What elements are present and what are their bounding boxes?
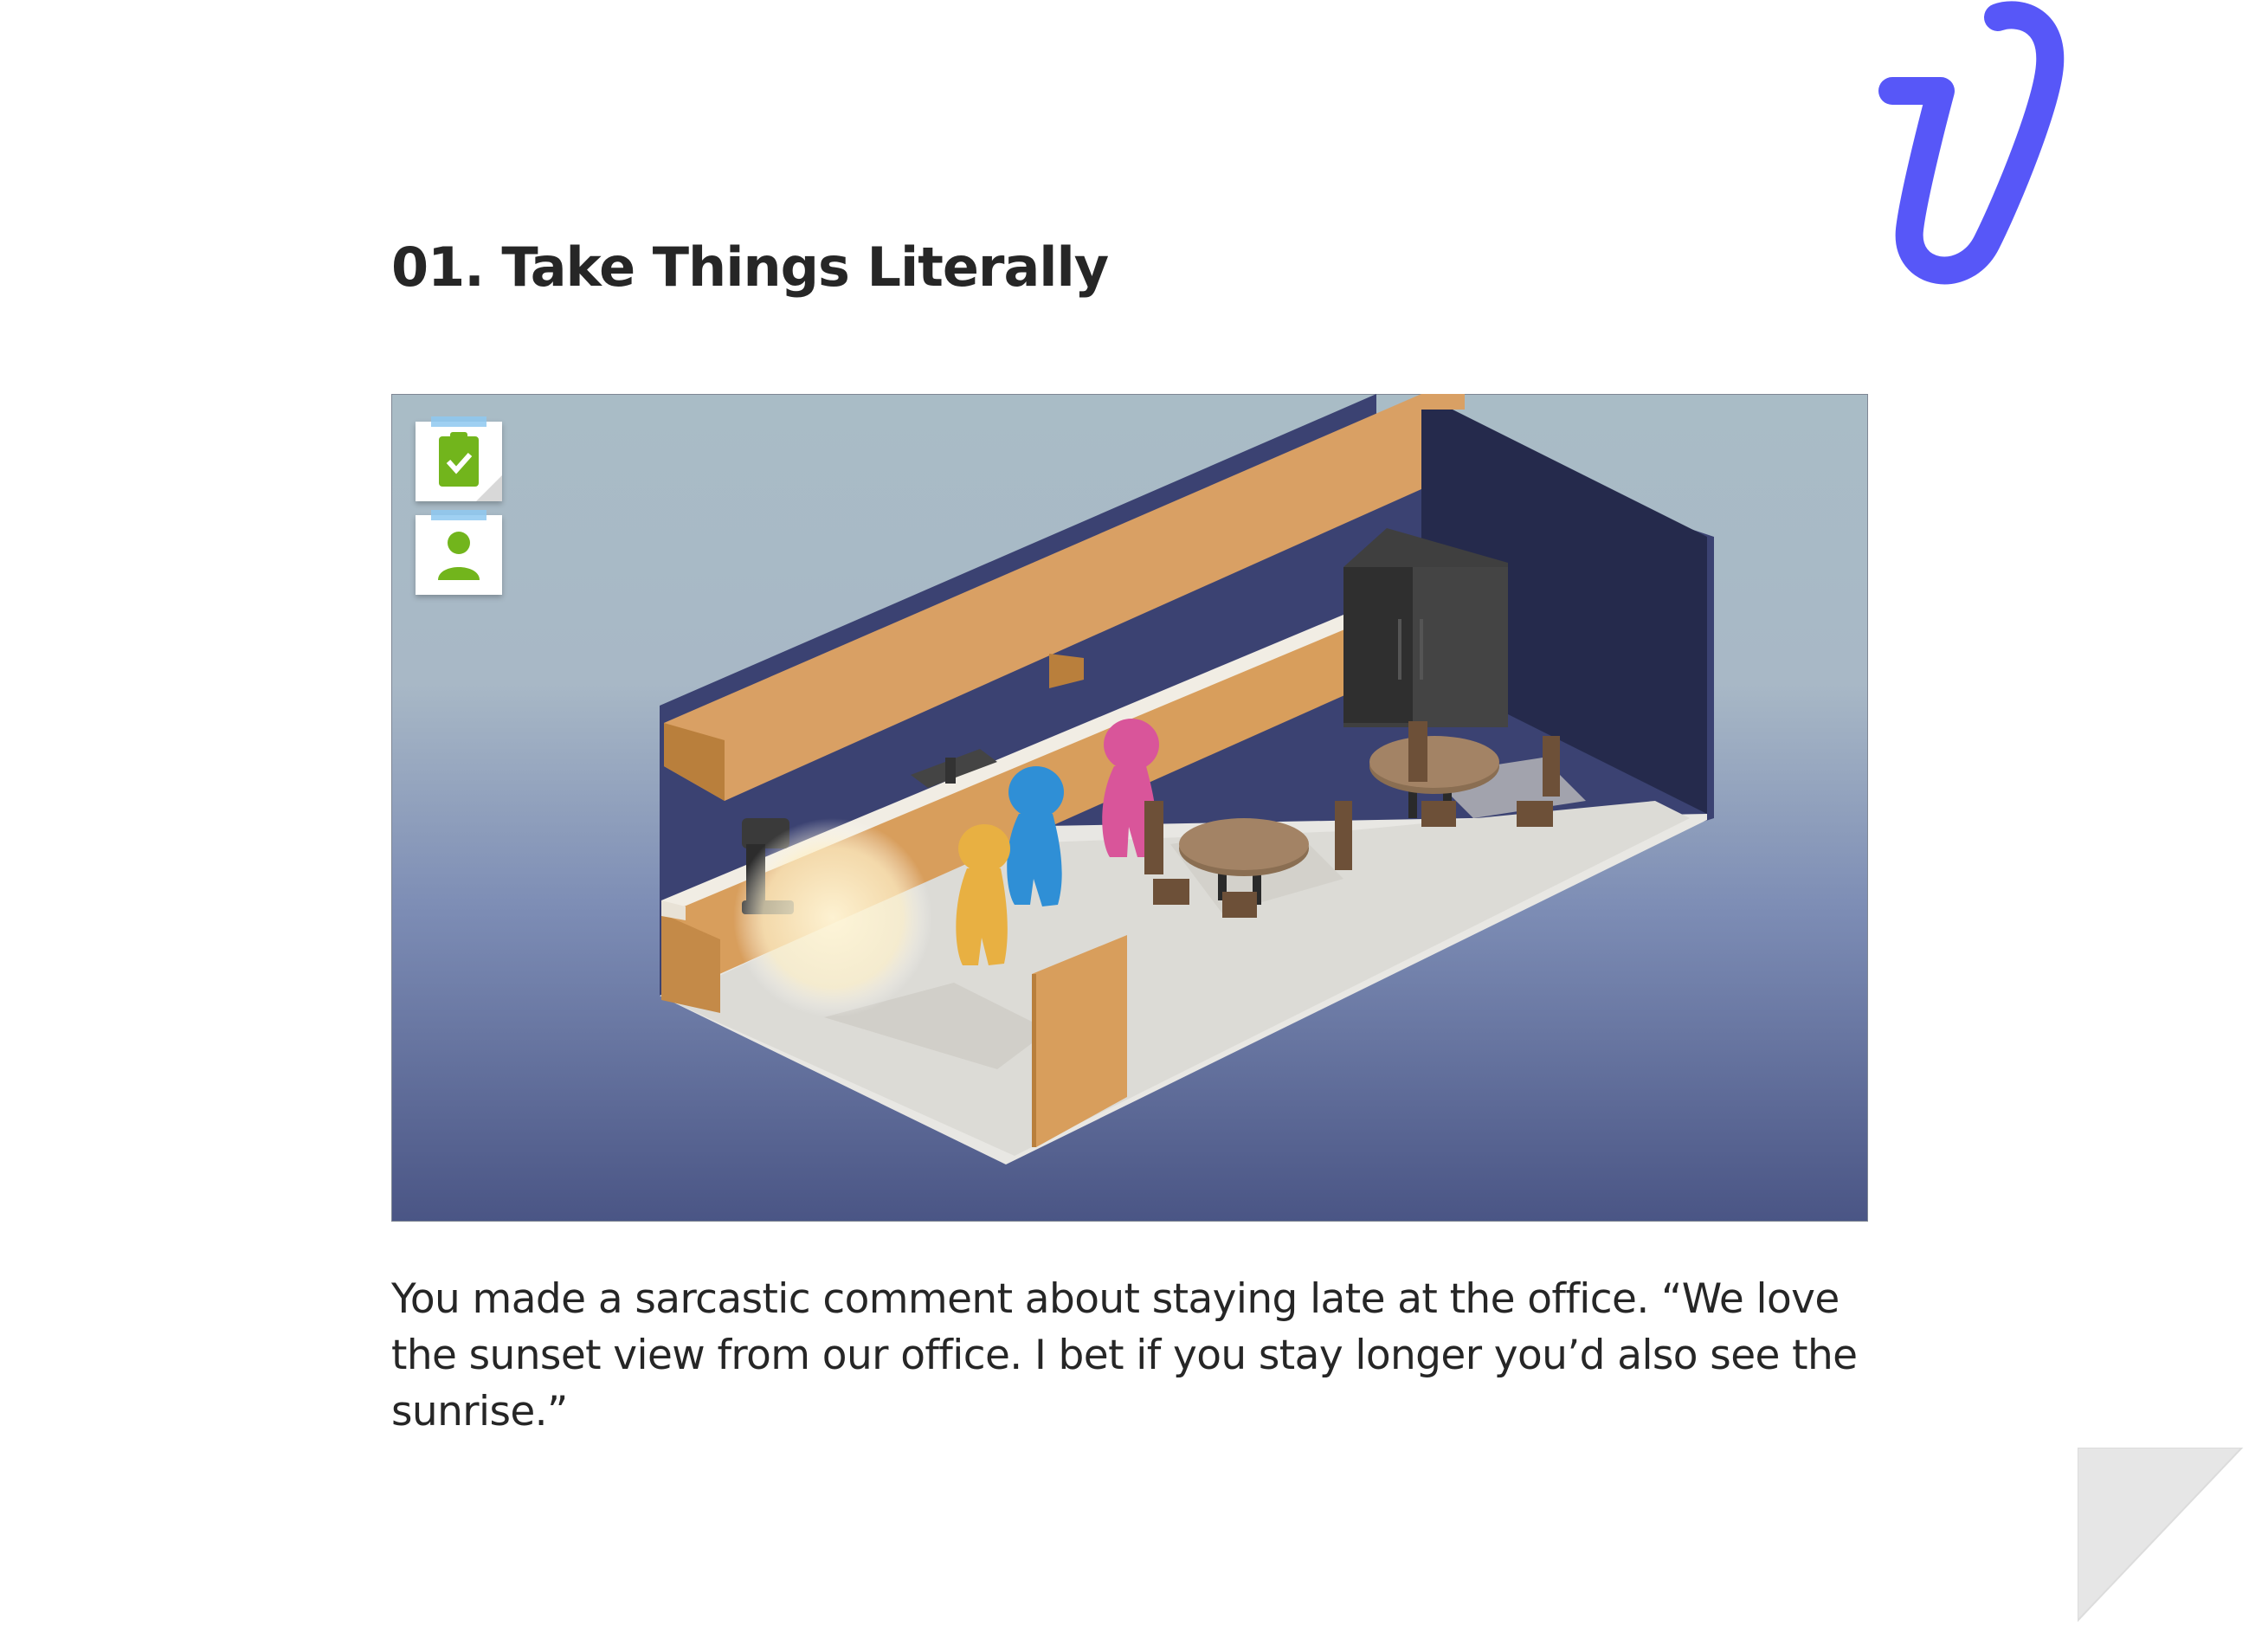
page-curl-icon[interactable] — [2078, 1448, 2268, 1645]
game-scene[interactable] — [391, 394, 1868, 1222]
light-glow — [733, 818, 932, 1017]
character-card[interactable] — [416, 510, 502, 595]
page-title: 01. Take Things Literally — [391, 235, 1109, 299]
scenario-caption: You made a sarcastic comment about stayi… — [391, 1275, 1858, 1435]
tasks-card[interactable] — [416, 416, 502, 501]
fridge — [1343, 528, 1508, 727]
paperclip-icon — [1878, 1, 2065, 285]
person-icon — [438, 532, 480, 580]
clipboard-check-icon — [439, 432, 502, 501]
